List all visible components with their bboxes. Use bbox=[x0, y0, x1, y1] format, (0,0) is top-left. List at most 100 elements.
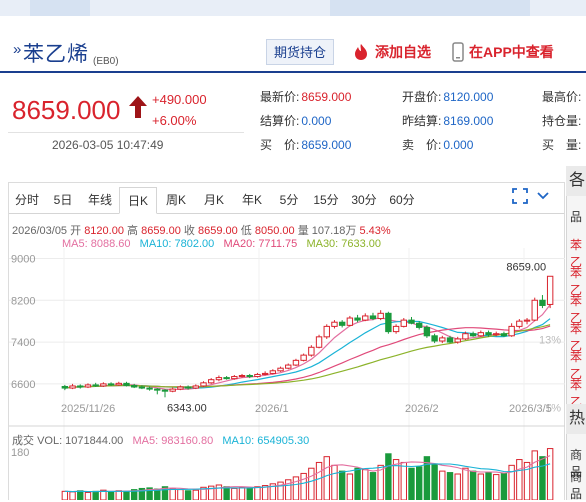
candle-body bbox=[261, 372, 269, 375]
x-tick-label: 2026/2 bbox=[405, 403, 439, 415]
candle-body bbox=[115, 382, 122, 386]
open-value: 8120.00 bbox=[84, 225, 124, 237]
candle-body bbox=[362, 315, 369, 321]
banner-block bbox=[330, 0, 530, 16]
volume-bar bbox=[123, 490, 130, 500]
commodity-name: 苯乙烯 bbox=[23, 43, 89, 66]
quote-cell: 结算价: 0.000 bbox=[260, 112, 331, 129]
tab-0[interactable]: 分时 bbox=[9, 187, 45, 213]
tab-9[interactable]: 30分 bbox=[345, 187, 383, 213]
view-in-app-button[interactable]: 在APP中查看 bbox=[452, 41, 554, 63]
candle-body bbox=[269, 370, 277, 374]
candle-body bbox=[92, 384, 99, 387]
x-tick-label: 2026/1 bbox=[255, 403, 289, 415]
futures-holdings-button[interactable]: 期货持仓 bbox=[266, 39, 334, 65]
candle-body bbox=[323, 325, 330, 338]
tab-10[interactable]: 60分 bbox=[383, 187, 421, 213]
volume-bar bbox=[300, 472, 307, 500]
side-hot-item[interactable]: 商品 bbox=[570, 468, 586, 502]
candle-body bbox=[231, 376, 238, 380]
volume-bar bbox=[369, 472, 377, 500]
fullscreen-icon[interactable] bbox=[512, 188, 528, 204]
volume-bar bbox=[400, 461, 407, 500]
high-label: 高 bbox=[127, 225, 139, 237]
phone-icon bbox=[452, 42, 464, 62]
quote-label: 买 价: bbox=[260, 138, 300, 152]
candle-body bbox=[146, 387, 153, 390]
candle-body bbox=[377, 312, 384, 320]
volume-bar bbox=[338, 470, 346, 500]
pct-value: 5.43% bbox=[359, 225, 391, 237]
banner-block bbox=[30, 0, 90, 16]
y-tick-label: 8200 bbox=[11, 295, 35, 307]
volume-bar bbox=[500, 472, 508, 500]
quote-label: 持仓量: bbox=[542, 114, 582, 128]
candle-body bbox=[192, 385, 200, 389]
volume-bar bbox=[246, 487, 253, 500]
tab-6[interactable]: 年K bbox=[233, 187, 271, 213]
quote-cell: 昨结算: 8169.000 bbox=[402, 112, 493, 129]
top-banner-strip bbox=[0, 0, 586, 16]
candle-body bbox=[493, 333, 500, 336]
candle-body bbox=[385, 312, 392, 333]
side-panel-header: 各 bbox=[566, 166, 586, 196]
y-tick-label: 6600 bbox=[11, 379, 35, 391]
chevron-down-icon[interactable] bbox=[536, 188, 550, 204]
volume-legend: 成交 VOL: 1071844.00 MA5: 983160.80 MA10: … bbox=[12, 432, 309, 448]
side-list-item[interactable]: 品 bbox=[570, 208, 582, 225]
volume-bar bbox=[539, 456, 546, 500]
tab-2[interactable]: 年线 bbox=[81, 187, 119, 213]
tab-3[interactable]: 日K bbox=[119, 187, 157, 214]
vol-label: 量 bbox=[297, 225, 309, 237]
candle-body bbox=[469, 333, 477, 337]
quote-cell: 最新价: 8659.000 bbox=[260, 88, 351, 105]
quote-value: 8120.000 bbox=[443, 90, 494, 104]
max-price-label: 8659.00 bbox=[506, 261, 546, 273]
close-value: 8659.00 bbox=[197, 225, 238, 237]
candle-body bbox=[154, 388, 161, 391]
candle-body bbox=[439, 337, 446, 342]
volume-label: 成交 bbox=[12, 435, 34, 447]
price-change: +490.000 bbox=[152, 92, 207, 107]
candle-body bbox=[169, 388, 176, 392]
candle-body bbox=[138, 386, 146, 389]
quote-value: 8659.000 bbox=[301, 90, 352, 104]
tab-8[interactable]: 15分 bbox=[307, 187, 345, 213]
quote-value: 0.000 bbox=[443, 138, 474, 152]
quote-cell: 持仓量: bbox=[542, 112, 583, 129]
candle-body bbox=[415, 322, 423, 328]
volume-bar bbox=[454, 473, 461, 500]
volume-bar bbox=[408, 467, 415, 500]
candle-body bbox=[285, 364, 292, 369]
kline-chart[interactable]: 900082007400660013%1%2025/11/26 2026/1 202… bbox=[9, 248, 565, 500]
add-favorite-button[interactable]: 添加自选 bbox=[352, 41, 431, 63]
candle-body bbox=[331, 321, 338, 327]
tab-4[interactable]: 周K bbox=[157, 187, 195, 213]
ma10-line bbox=[64, 318, 551, 389]
tab-1[interactable]: 5日 bbox=[45, 187, 81, 213]
volume-bar bbox=[385, 453, 392, 500]
quote-cell: 买 量: bbox=[542, 136, 583, 153]
candle-body bbox=[308, 346, 315, 356]
candle-body bbox=[446, 337, 454, 343]
tab-5[interactable]: 月K bbox=[195, 187, 233, 213]
volume-ma5-line bbox=[64, 455, 551, 493]
quote-value: 8659.000 bbox=[301, 138, 352, 152]
volume-bar bbox=[323, 456, 330, 500]
candle-body bbox=[354, 317, 361, 321]
volume-bar bbox=[177, 489, 184, 500]
flame-icon bbox=[355, 44, 367, 60]
candle-body bbox=[61, 385, 69, 389]
candle-body bbox=[184, 386, 192, 389]
candle-body bbox=[392, 325, 400, 333]
candle-body bbox=[546, 275, 554, 305]
quote-cell: 买 价: 8659.000 bbox=[260, 136, 351, 153]
tab-7[interactable]: 5分 bbox=[271, 187, 307, 213]
candle-body bbox=[423, 326, 431, 337]
quote-label: 买 量: bbox=[542, 138, 582, 152]
ohlc-info-line: 2026/03/05 开 8120.00 高 8659.00 收 8659.00… bbox=[12, 222, 391, 238]
candle-body bbox=[123, 382, 130, 386]
title-underline bbox=[0, 71, 586, 73]
volume-bar bbox=[516, 459, 523, 500]
volume-bar bbox=[315, 461, 323, 500]
